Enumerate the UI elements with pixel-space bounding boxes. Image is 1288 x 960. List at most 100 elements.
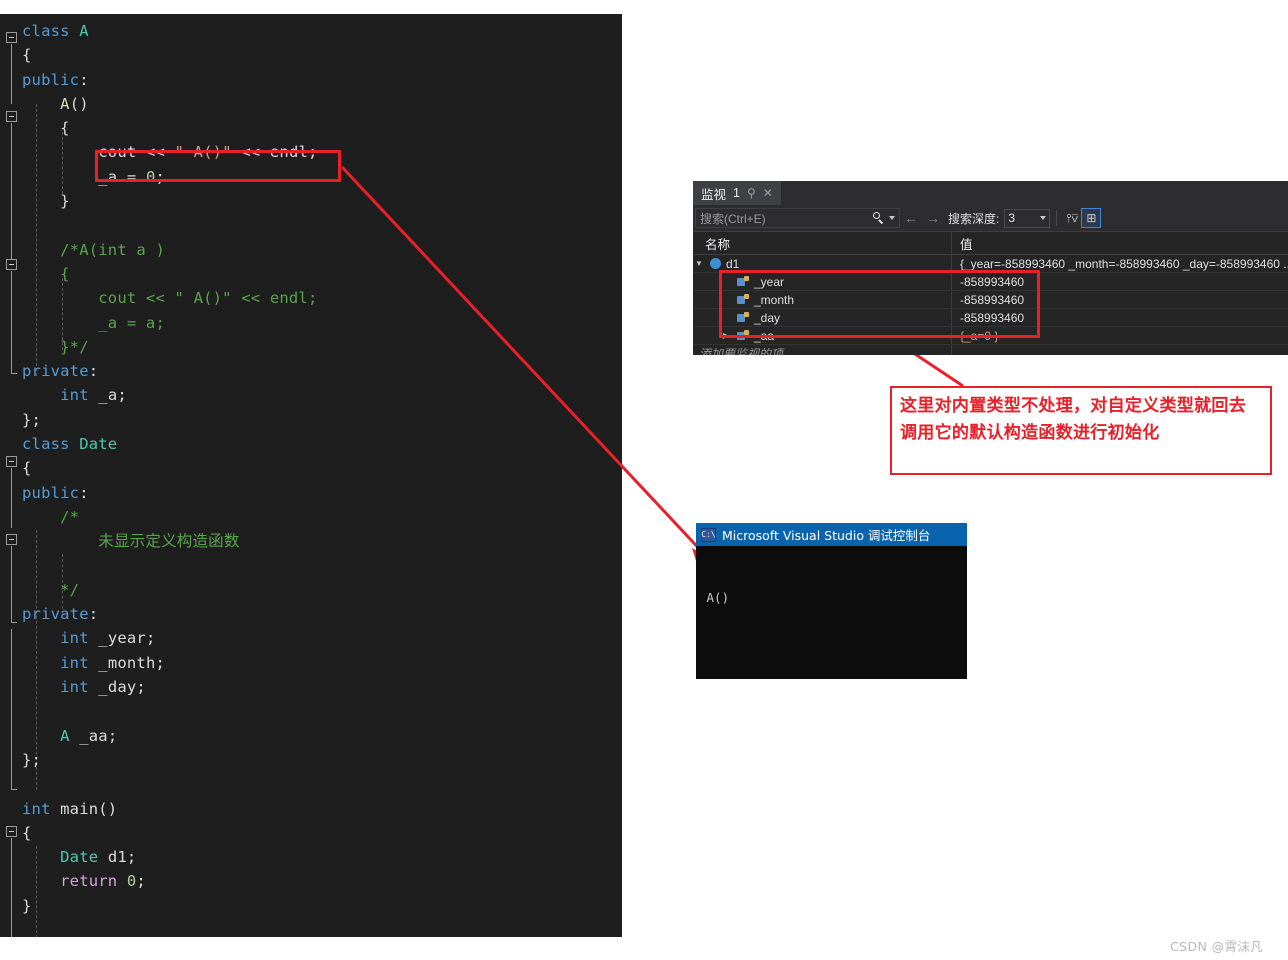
- code-line: private:: [22, 605, 99, 624]
- watch-tab-strip: 监视 1 ⚲ ✕: [693, 181, 1288, 205]
- watch-row-name-cell: ▼ d1: [693, 255, 951, 272]
- watch-tab-label: 监视: [701, 187, 727, 202]
- code-line: };: [22, 410, 42, 429]
- field-icon: [737, 275, 749, 288]
- debug-console-window[interactable]: C:\ Microsoft Visual Studio 调试控制台 A() D:…: [696, 523, 967, 679]
- code-line: public:: [22, 70, 89, 89]
- watch-row-name: _month: [754, 292, 795, 307]
- watch-row-name-cell: _day: [693, 309, 951, 326]
- code-line: _a = a;: [98, 313, 165, 332]
- code-line: class Date: [22, 435, 118, 454]
- code-line: int _year;: [60, 629, 156, 648]
- fold-guide-line: [11, 123, 12, 260]
- search-icon[interactable]: [872, 211, 885, 225]
- watch-row[interactable]: _day -858993460: [693, 309, 1288, 327]
- code-line: {: [60, 119, 70, 138]
- hex-display-icon[interactable]: ⊞: [1081, 208, 1102, 228]
- back-arrow-icon[interactable]: ←: [904, 210, 918, 226]
- search-input[interactable]: 搜索(Ctrl+E): [695, 208, 900, 228]
- fold-marker-date-comment[interactable]: [6, 534, 17, 545]
- expand-collapse-down-icon[interactable]: ▼: [693, 259, 705, 268]
- watch-tab-number: 1: [733, 186, 740, 200]
- code-line: int main(): [22, 799, 118, 818]
- code-line: {: [22, 823, 32, 842]
- watch-row-value[interactable]: -858993460: [951, 291, 1288, 308]
- watch-toolbar[interactable]: 搜索(Ctrl+E) ← → 搜索深度: 3 ⫯⊽ ⊞: [693, 205, 1288, 232]
- fold-guide-line: [11, 271, 12, 373]
- fold-guide-line: [11, 468, 12, 528]
- search-depth-select[interactable]: 3: [1004, 208, 1051, 228]
- code-line: A(): [60, 94, 89, 113]
- watch-row-name-cell: ▶ _aa: [693, 327, 951, 344]
- field-icon: [737, 293, 749, 306]
- watch-row[interactable]: _month -858993460: [693, 291, 1288, 309]
- watch-row-name-cell: _month: [693, 291, 951, 308]
- watch-row-name: _year: [754, 274, 785, 289]
- add-watch-item-label: 添加要监视的项: [699, 347, 784, 355]
- console-app-icon: C:\: [701, 527, 716, 542]
- pin-filter-icon[interactable]: ⫯⊽: [1063, 209, 1081, 227]
- code-line: A _aa;: [60, 726, 118, 745]
- watch-row[interactable]: _year -858993460: [693, 273, 1288, 291]
- pin-icon[interactable]: ⚲: [747, 187, 756, 199]
- code-line: };: [22, 750, 42, 769]
- watch-row-value[interactable]: -858993460: [951, 309, 1288, 326]
- add-watch-item-row[interactable]: 添加要监视的项: [693, 345, 1288, 355]
- code-line: }: [22, 896, 32, 915]
- field-icon: [737, 311, 749, 324]
- watch-row-name: _aa: [754, 328, 775, 343]
- code-line: {: [22, 459, 32, 478]
- console-output: A() D:\C++\类和对象2\Debug\类和对象2.e 按任意键关闭此窗口…: [696, 546, 967, 679]
- code-line: /*: [60, 507, 80, 526]
- annotation-callout: 这里对内置类型不处理，对自定义类型就回去调用它的默认构造函数进行初始化: [890, 386, 1272, 475]
- watch-row-name: _day: [754, 310, 781, 325]
- watch-window-panel[interactable]: 监视 1 ⚲ ✕ 搜索(Ctrl+E) ← → 搜索深度: 3 ⫯⊽ ⊞ 名称 …: [693, 181, 1288, 355]
- console-title-bar: C:\ Microsoft Visual Studio 调试控制台: [696, 523, 967, 546]
- chevron-down-icon[interactable]: [1040, 216, 1047, 220]
- column-header-value: 值: [951, 232, 1288, 254]
- fold-marker-main[interactable]: [6, 826, 17, 837]
- search-options-chevron-icon[interactable]: [889, 216, 895, 220]
- code-line: int _day;: [60, 678, 146, 697]
- fold-guide-line: [11, 629, 12, 789]
- expand-collapse-right-icon[interactable]: ▶: [720, 331, 732, 340]
- code-line: public:: [22, 483, 89, 502]
- fold-marker-class-date[interactable]: [6, 456, 17, 467]
- watch-row[interactable]: ▶ _aa {_a=0 }: [693, 327, 1288, 345]
- fold-marker-comment-block[interactable]: [6, 259, 17, 270]
- fold-marker-ctor-a[interactable]: [6, 111, 17, 122]
- code-line: private:: [22, 362, 99, 381]
- fold-marker-class-a[interactable]: [6, 32, 17, 43]
- watch-column-headers: 名称 值: [693, 232, 1288, 255]
- code-line: {: [60, 264, 70, 283]
- tab-watch-1[interactable]: 监视 1 ⚲ ✕: [693, 181, 781, 205]
- column-header-name: 名称: [705, 237, 731, 252]
- fold-guide-line: [11, 44, 12, 104]
- watch-row-name: d1: [726, 256, 740, 271]
- watch-row-value[interactable]: {_a=0 }: [951, 327, 1288, 344]
- watch-rows-container[interactable]: ▼ d1 {_year=-858993460 _month=-858993460 _…: [693, 255, 1288, 345]
- code-line: class A: [22, 22, 89, 40]
- search-depth-label: 搜索深度:: [948, 211, 1000, 226]
- code-line: 未显示定义构造函数: [98, 532, 240, 551]
- watch-row-name-cell: _year: [693, 273, 951, 290]
- close-icon[interactable]: ✕: [763, 187, 773, 199]
- object-icon: [710, 258, 721, 269]
- code-editor-panel[interactable]: class A {public: A() { cout << " A()" << …: [0, 14, 622, 937]
- console-title-text: Microsoft Visual Studio 调试控制台: [722, 528, 931, 543]
- fold-guide-end: [11, 789, 17, 790]
- watch-row-value[interactable]: -858993460: [951, 273, 1288, 290]
- watch-row[interactable]: ▼ d1 {_year=-858993460 _month=-858993460 _…: [693, 255, 1288, 273]
- code-line: Date d1;: [60, 848, 137, 867]
- console-line: A(): [699, 590, 730, 605]
- code-line: /*A(int a ): [60, 240, 165, 259]
- search-placeholder: 搜索(Ctrl+E): [700, 211, 766, 226]
- forward-arrow-icon[interactable]: →: [926, 210, 940, 226]
- code-line: int _a;: [60, 386, 127, 405]
- watch-row-value[interactable]: {_year=-858993460 _month=-858993460 _day…: [951, 255, 1288, 272]
- code-line: */: [60, 580, 80, 599]
- field-icon: [737, 329, 749, 342]
- csdn-watermark: CSDN @霄沫凡: [1170, 939, 1264, 954]
